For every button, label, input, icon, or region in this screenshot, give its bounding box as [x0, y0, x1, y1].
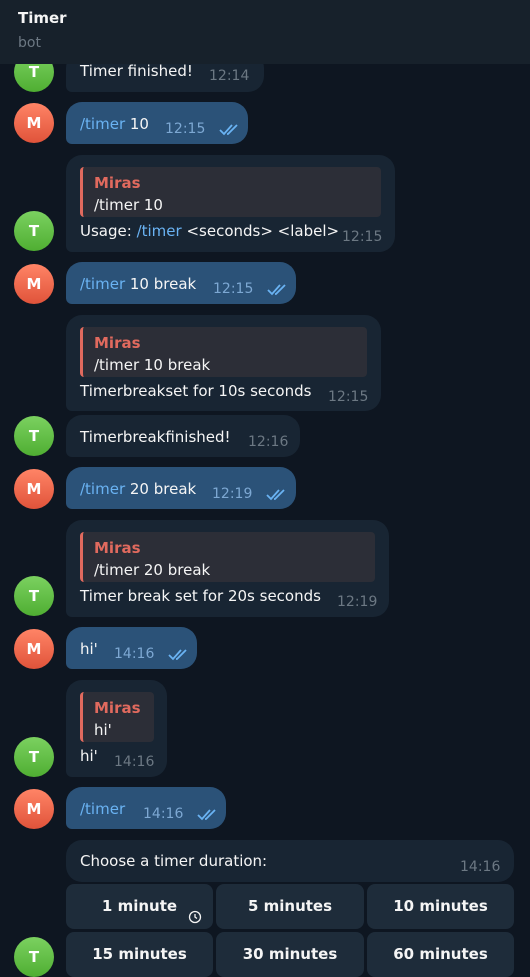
message-bubble[interactable]: /timer 10 12:15: [66, 102, 248, 144]
message-time: 12:15: [328, 389, 369, 405]
double-check-icon: [168, 649, 187, 661]
message-time: 12:19: [337, 594, 378, 610]
message-time: 14:16: [114, 646, 155, 662]
double-check-icon: [266, 489, 285, 501]
quote-text: hi': [94, 721, 112, 739]
message-text: Timerbreakfinished!: [80, 428, 231, 446]
timer-option-button[interactable]: 10 minutes: [367, 884, 514, 929]
user-avatar[interactable]: M: [14, 264, 54, 304]
quote-author: Miras: [94, 174, 141, 192]
bot-avatar[interactable]: T: [14, 416, 54, 456]
message-bubble[interactable]: Choose a timer duration: 14:16: [66, 840, 514, 882]
quote-text: /timer 10: [94, 196, 163, 214]
timer-option-button[interactable]: 15 minutes: [66, 932, 213, 977]
double-check-icon: [197, 809, 216, 821]
message-text: hi': [80, 640, 98, 658]
timer-option-button[interactable]: 30 minutes: [216, 932, 364, 977]
command-link[interactable]: /timer: [80, 115, 125, 133]
quote-author: Miras: [94, 539, 141, 557]
message-time: 14:16: [143, 806, 184, 822]
bot-avatar[interactable]: T: [14, 211, 54, 251]
command-link[interactable]: /timer: [80, 275, 125, 293]
message-text: Timerbreakset for 10s seconds: [80, 382, 312, 400]
message-bubble[interactable]: /timer 14:16: [66, 787, 226, 829]
user-avatar[interactable]: M: [14, 103, 54, 143]
message-bubble[interactable]: hi' 14:16: [66, 627, 197, 669]
quote-text: /timer 20 break: [94, 561, 211, 579]
bot-avatar[interactable]: T: [14, 937, 54, 977]
message-text: hi': [80, 747, 98, 765]
message-time: 12:15: [165, 121, 206, 137]
message-time: 12:14: [209, 68, 250, 84]
bot-avatar[interactable]: T: [14, 737, 54, 777]
reply-quote[interactable]: Miras /timer 20 break: [80, 532, 375, 582]
quote-text: /timer 10 break: [94, 356, 211, 374]
message-text: /timer 20 break: [80, 480, 197, 498]
message-bubble[interactable]: /timer 20 break 12:19: [66, 467, 296, 509]
message-bubble[interactable]: /timer 10 break 12:15: [66, 262, 296, 304]
message-bubble[interactable]: Miras /timer 10 break Timerbreakset for …: [66, 315, 381, 411]
message-text: Timer break set for 20s seconds: [80, 587, 321, 605]
message-text: Usage: /timer <seconds> <label>: [80, 222, 340, 240]
user-avatar[interactable]: M: [14, 629, 54, 669]
command-link[interactable]: /timer: [80, 480, 125, 498]
double-check-icon: [219, 124, 238, 136]
message-bubble[interactable]: Miras /timer 20 break Timer break set fo…: [66, 520, 389, 617]
quote-author: Miras: [94, 334, 141, 352]
command-link[interactable]: /timer: [80, 800, 125, 818]
message-time: 12:16: [248, 434, 289, 450]
message-text: /timer 10 break: [80, 275, 197, 293]
message-text: /timer: [80, 800, 125, 818]
bot-avatar[interactable]: T: [14, 576, 54, 616]
message-bubble[interactable]: Miras hi' hi' 14:16: [66, 680, 167, 777]
user-avatar[interactable]: M: [14, 789, 54, 829]
quote-author: Miras: [94, 699, 141, 717]
command-link[interactable]: /timer: [137, 222, 182, 240]
message-bubble[interactable]: Timerbreakfinished! 12:16: [66, 415, 300, 457]
message-time: 14:16: [460, 859, 501, 875]
timer-option-button[interactable]: 60 minutes: [367, 932, 514, 977]
chat-title: Timer: [18, 9, 67, 27]
message-text: Choose a timer duration:: [80, 852, 268, 870]
message-time: 12:15: [342, 229, 383, 245]
reply-quote[interactable]: Miras hi': [80, 692, 154, 742]
timer-option-button[interactable]: 5 minutes: [216, 884, 364, 929]
chat-header[interactable]: Timer bot: [0, 0, 530, 64]
message-time: 14:16: [114, 754, 155, 770]
user-avatar[interactable]: M: [14, 469, 54, 509]
message-text: Timer finished!: [80, 62, 193, 80]
message-time: 12:19: [212, 486, 253, 502]
reply-quote[interactable]: Miras /timer 10 break: [80, 327, 367, 377]
message-bubble[interactable]: Miras /timer 10 Usage: /timer <seconds> …: [66, 155, 395, 252]
double-check-icon: [267, 284, 286, 296]
chat-subtitle: bot: [18, 35, 41, 51]
message-time: 12:15: [213, 281, 254, 297]
reply-quote[interactable]: Miras /timer 10: [80, 167, 381, 217]
message-text: /timer 10: [80, 115, 149, 133]
clock-icon: [188, 910, 202, 924]
